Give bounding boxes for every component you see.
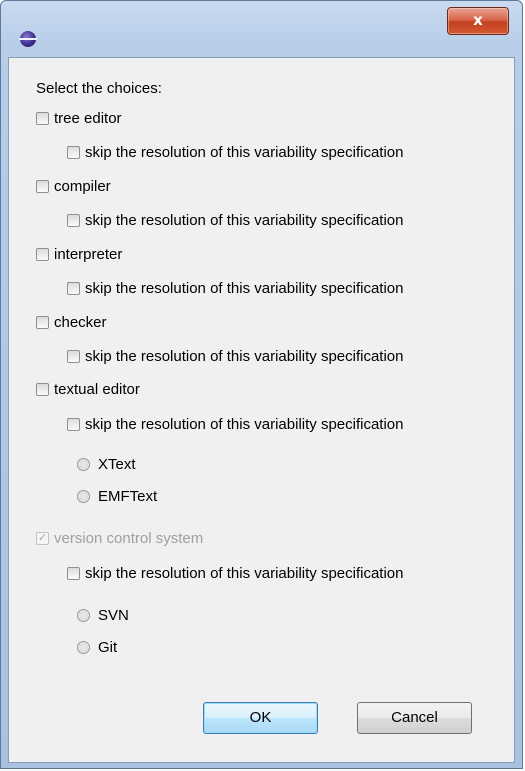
- feature-checker[interactable]: checker: [36, 314, 107, 331]
- compiler-label: compiler: [54, 178, 111, 195]
- emftext-label: EMFText: [98, 488, 158, 505]
- skip-label: skip the resolution of this variability …: [85, 280, 404, 297]
- textual-editor-label: textual editor: [54, 381, 140, 398]
- skip-option-textual-editor[interactable]: skip the resolution of this variability …: [67, 416, 404, 433]
- skip-option-compiler[interactable]: skip the resolution of this variability …: [67, 212, 404, 229]
- checkmark-icon: ✓: [37, 532, 48, 544]
- skip-tree-editor-checkbox[interactable]: [67, 146, 80, 159]
- skip-interpreter-checkbox[interactable]: [67, 282, 80, 295]
- interpreter-checkbox[interactable]: [36, 248, 49, 261]
- radio-xtext[interactable]: XText: [77, 456, 136, 473]
- checker-checkbox[interactable]: [36, 316, 49, 329]
- svn-radio[interactable]: [77, 609, 90, 622]
- xtext-radio[interactable]: [77, 458, 90, 471]
- dialog-window: x Select the choices: tree editor skip t…: [0, 0, 523, 769]
- skip-option-tree-editor[interactable]: skip the resolution of this variability …: [67, 144, 404, 161]
- skip-option-version-control[interactable]: skip the resolution of this variability …: [67, 565, 404, 582]
- ok-button[interactable]: OK: [203, 702, 318, 734]
- interpreter-label: interpreter: [54, 246, 123, 263]
- git-label: Git: [98, 639, 118, 656]
- radio-git[interactable]: Git: [77, 639, 117, 656]
- radio-svn[interactable]: SVN: [77, 607, 129, 624]
- close-button[interactable]: x: [447, 7, 509, 35]
- dialog-header: Select the choices:: [36, 80, 162, 97]
- feature-interpreter[interactable]: interpreter: [36, 246, 122, 263]
- feature-textual-editor[interactable]: textual editor: [36, 381, 140, 398]
- tree-editor-checkbox[interactable]: [36, 112, 49, 125]
- radio-emftext[interactable]: EMFText: [77, 488, 157, 505]
- textual-editor-checkbox[interactable]: [36, 383, 49, 396]
- skip-compiler-checkbox[interactable]: [67, 214, 80, 227]
- skip-textual-editor-checkbox[interactable]: [67, 418, 80, 431]
- skip-version-control-checkbox[interactable]: [67, 567, 80, 580]
- version-control-label: version control system: [54, 530, 204, 547]
- checker-label: checker: [54, 314, 107, 331]
- version-control-checkbox: ✓: [36, 532, 49, 545]
- skip-option-interpreter[interactable]: skip the resolution of this variability …: [67, 280, 404, 297]
- feature-tree-editor[interactable]: tree editor: [36, 110, 122, 127]
- tree-editor-label: tree editor: [54, 110, 122, 127]
- skip-label: skip the resolution of this variability …: [85, 212, 404, 229]
- compiler-checkbox[interactable]: [36, 180, 49, 193]
- svn-label: SVN: [98, 607, 129, 624]
- skip-label: skip the resolution of this variability …: [85, 348, 404, 365]
- feature-compiler[interactable]: compiler: [36, 178, 111, 195]
- skip-label: skip the resolution of this variability …: [85, 565, 404, 582]
- skip-option-checker[interactable]: skip the resolution of this variability …: [67, 348, 404, 365]
- skip-checker-checkbox[interactable]: [67, 350, 80, 363]
- emftext-radio[interactable]: [77, 490, 90, 503]
- xtext-label: XText: [98, 456, 136, 473]
- feature-version-control-system: ✓ version control system: [36, 530, 203, 547]
- eclipse-icon: [19, 31, 37, 47]
- git-radio[interactable]: [77, 641, 90, 654]
- dialog-body: Select the choices: tree editor skip the…: [8, 57, 515, 763]
- cancel-button[interactable]: Cancel: [357, 702, 472, 734]
- title-bar: x: [1, 1, 522, 57]
- skip-label: skip the resolution of this variability …: [85, 416, 404, 433]
- skip-label: skip the resolution of this variability …: [85, 144, 404, 161]
